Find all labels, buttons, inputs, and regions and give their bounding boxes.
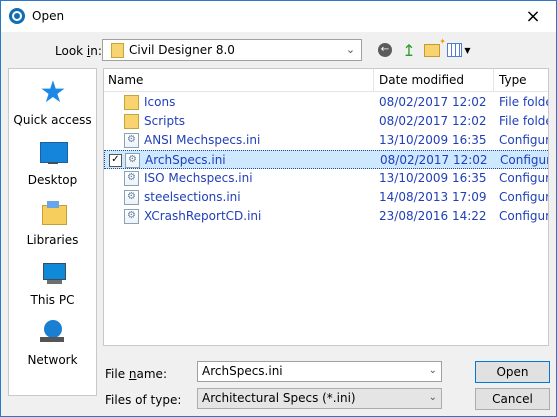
file-name: Icons — [144, 95, 176, 109]
look-in-label-prefix: Look — [55, 44, 87, 58]
file-list: ⌃ Name Date modified Type Icons 08/02/201… — [103, 68, 549, 346]
file-row-archspecs[interactable]: ✓ ArchSpecs.ini 08/02/2017 12:02 Configura — [104, 150, 548, 169]
ini-file-icon — [125, 153, 140, 168]
ini-file-icon — [124, 209, 139, 224]
name-column-header[interactable]: Name — [108, 73, 143, 87]
file-name: ArchSpecs.ini — [145, 153, 226, 167]
file-type: Configura — [499, 133, 548, 147]
place-label: Desktop — [27, 173, 78, 187]
network-icon — [39, 319, 67, 347]
place-label: This PC — [30, 293, 75, 307]
file-type-value: Architectural Specs (*.ini) — [202, 391, 356, 405]
close-button[interactable]: × — [510, 1, 556, 32]
look-in-dropdown[interactable]: Civil Designer 8.0 ⌄ — [102, 39, 362, 61]
places-sidebar: Quick access Desktop Libraries This PC N… — [8, 68, 97, 396]
file-type: Configura — [500, 153, 548, 167]
file-date: 23/08/2016 14:22 — [379, 209, 487, 223]
up-folder-icon[interactable]: ↥ — [399, 40, 419, 60]
place-desktop[interactable]: Desktop — [9, 139, 96, 187]
place-this-pc[interactable]: This PC — [9, 259, 96, 307]
file-name-value: ArchSpecs.ini — [202, 364, 283, 378]
chevron-down-icon[interactable]: ⌄ — [429, 365, 437, 376]
folder-icon — [111, 43, 124, 58]
look-in-label-suffix: n: — [90, 44, 102, 58]
place-label: Quick access — [13, 113, 92, 127]
look-in-label: Look in: — [55, 44, 102, 58]
file-name: Scripts — [144, 114, 186, 128]
file-date: 08/02/2017 12:02 — [380, 153, 488, 167]
file-list-header: ⌃ Name Date modified Type — [104, 68, 548, 92]
this-pc-icon — [39, 259, 67, 287]
checkbox-icon[interactable]: ✓ — [109, 154, 122, 167]
file-type: File folder — [499, 114, 548, 128]
date-modified-column-header[interactable]: Date modified — [379, 73, 464, 87]
window-title: Open — [32, 9, 65, 23]
file-row-ansi-mechspecs[interactable]: ANSI Mechspecs.ini 13/10/2009 16:35 Config… — [104, 131, 548, 150]
place-libraries[interactable]: Libraries — [9, 199, 96, 247]
file-name-label-hotkey: n — [128, 367, 137, 381]
file-row-xcrashreportcd[interactable]: XCrashReportCD.ini 23/08/2016 14:22 Config… — [104, 207, 548, 226]
file-type: File folder — [499, 95, 548, 109]
libraries-icon — [39, 199, 67, 227]
place-network[interactable]: Network — [9, 319, 96, 367]
file-date: 13/10/2009 16:35 — [379, 133, 487, 147]
file-date: 08/02/2017 12:02 — [379, 95, 487, 109]
new-folder-icon[interactable] — [422, 37, 446, 60]
file-date: 14/08/2013 17:09 — [379, 190, 487, 204]
look-in-value: Civil Designer 8.0 — [129, 43, 235, 57]
desktop-icon — [39, 139, 68, 167]
column-divider[interactable] — [373, 69, 374, 91]
file-row-icons[interactable]: Icons 08/02/2017 12:02 File folder — [104, 93, 548, 112]
file-row-steelsections[interactable]: steelsections.ini 14/08/2013 17:09 Configu… — [104, 188, 548, 207]
open-button[interactable]: Open — [475, 361, 550, 383]
file-row-iso-mechspecs[interactable]: ISO Mechspecs.ini 13/10/2009 16:35 Configu… — [104, 169, 548, 188]
ini-file-icon — [124, 133, 139, 148]
chevron-down-icon[interactable]: ⌄ — [342, 42, 359, 58]
file-date: 08/02/2017 12:02 — [379, 114, 487, 128]
file-name-label-suffix: ame: — [136, 367, 167, 381]
file-name: ISO Mechspecs.ini — [144, 171, 253, 185]
sort-ascending-icon: ⌃ — [233, 68, 243, 76]
file-name-label-prefix: File — [105, 367, 129, 381]
file-name: ANSI Mechspecs.ini — [144, 133, 261, 147]
file-date: 13/10/2009 16:35 — [379, 171, 487, 185]
type-column-header[interactable]: Type — [499, 73, 527, 87]
chevron-down-icon[interactable]: ⌄ — [429, 392, 437, 403]
title-bar: Open × — [1, 1, 556, 32]
file-type: Configura — [499, 190, 548, 204]
file-name-label: File name: — [105, 367, 167, 381]
cancel-button[interactable]: Cancel — [475, 388, 550, 410]
place-label: Network — [27, 353, 78, 367]
file-type: Configura — [499, 209, 548, 223]
place-label: Libraries — [26, 233, 79, 247]
ini-file-icon — [124, 171, 139, 186]
folder-icon — [124, 95, 139, 110]
back-icon[interactable]: ← — [375, 40, 395, 60]
app-icon — [9, 8, 25, 24]
quick-access-icon — [39, 75, 67, 110]
column-divider[interactable] — [493, 69, 494, 91]
file-name: steelsections.ini — [144, 190, 241, 204]
file-type-label: Files of type: — [105, 393, 182, 407]
file-name: XCrashReportCD.ini — [144, 209, 262, 223]
file-name-input[interactable]: ArchSpecs.ini ⌄ — [197, 361, 442, 382]
file-type-select[interactable]: Architectural Specs (*.ini) ⌄ — [197, 388, 442, 409]
ini-file-icon — [124, 190, 139, 205]
folder-icon — [124, 114, 139, 129]
place-quick-access[interactable]: Quick access — [9, 75, 96, 127]
view-menu-icon[interactable]: ▼ — [447, 40, 471, 60]
file-type: Configura — [499, 171, 548, 185]
file-row-scripts[interactable]: Scripts 08/02/2017 12:02 File folder — [104, 112, 548, 131]
open-dialog: Open × Look in: Civil Designer 8.0 ⌄ ← ↥… — [0, 0, 557, 417]
